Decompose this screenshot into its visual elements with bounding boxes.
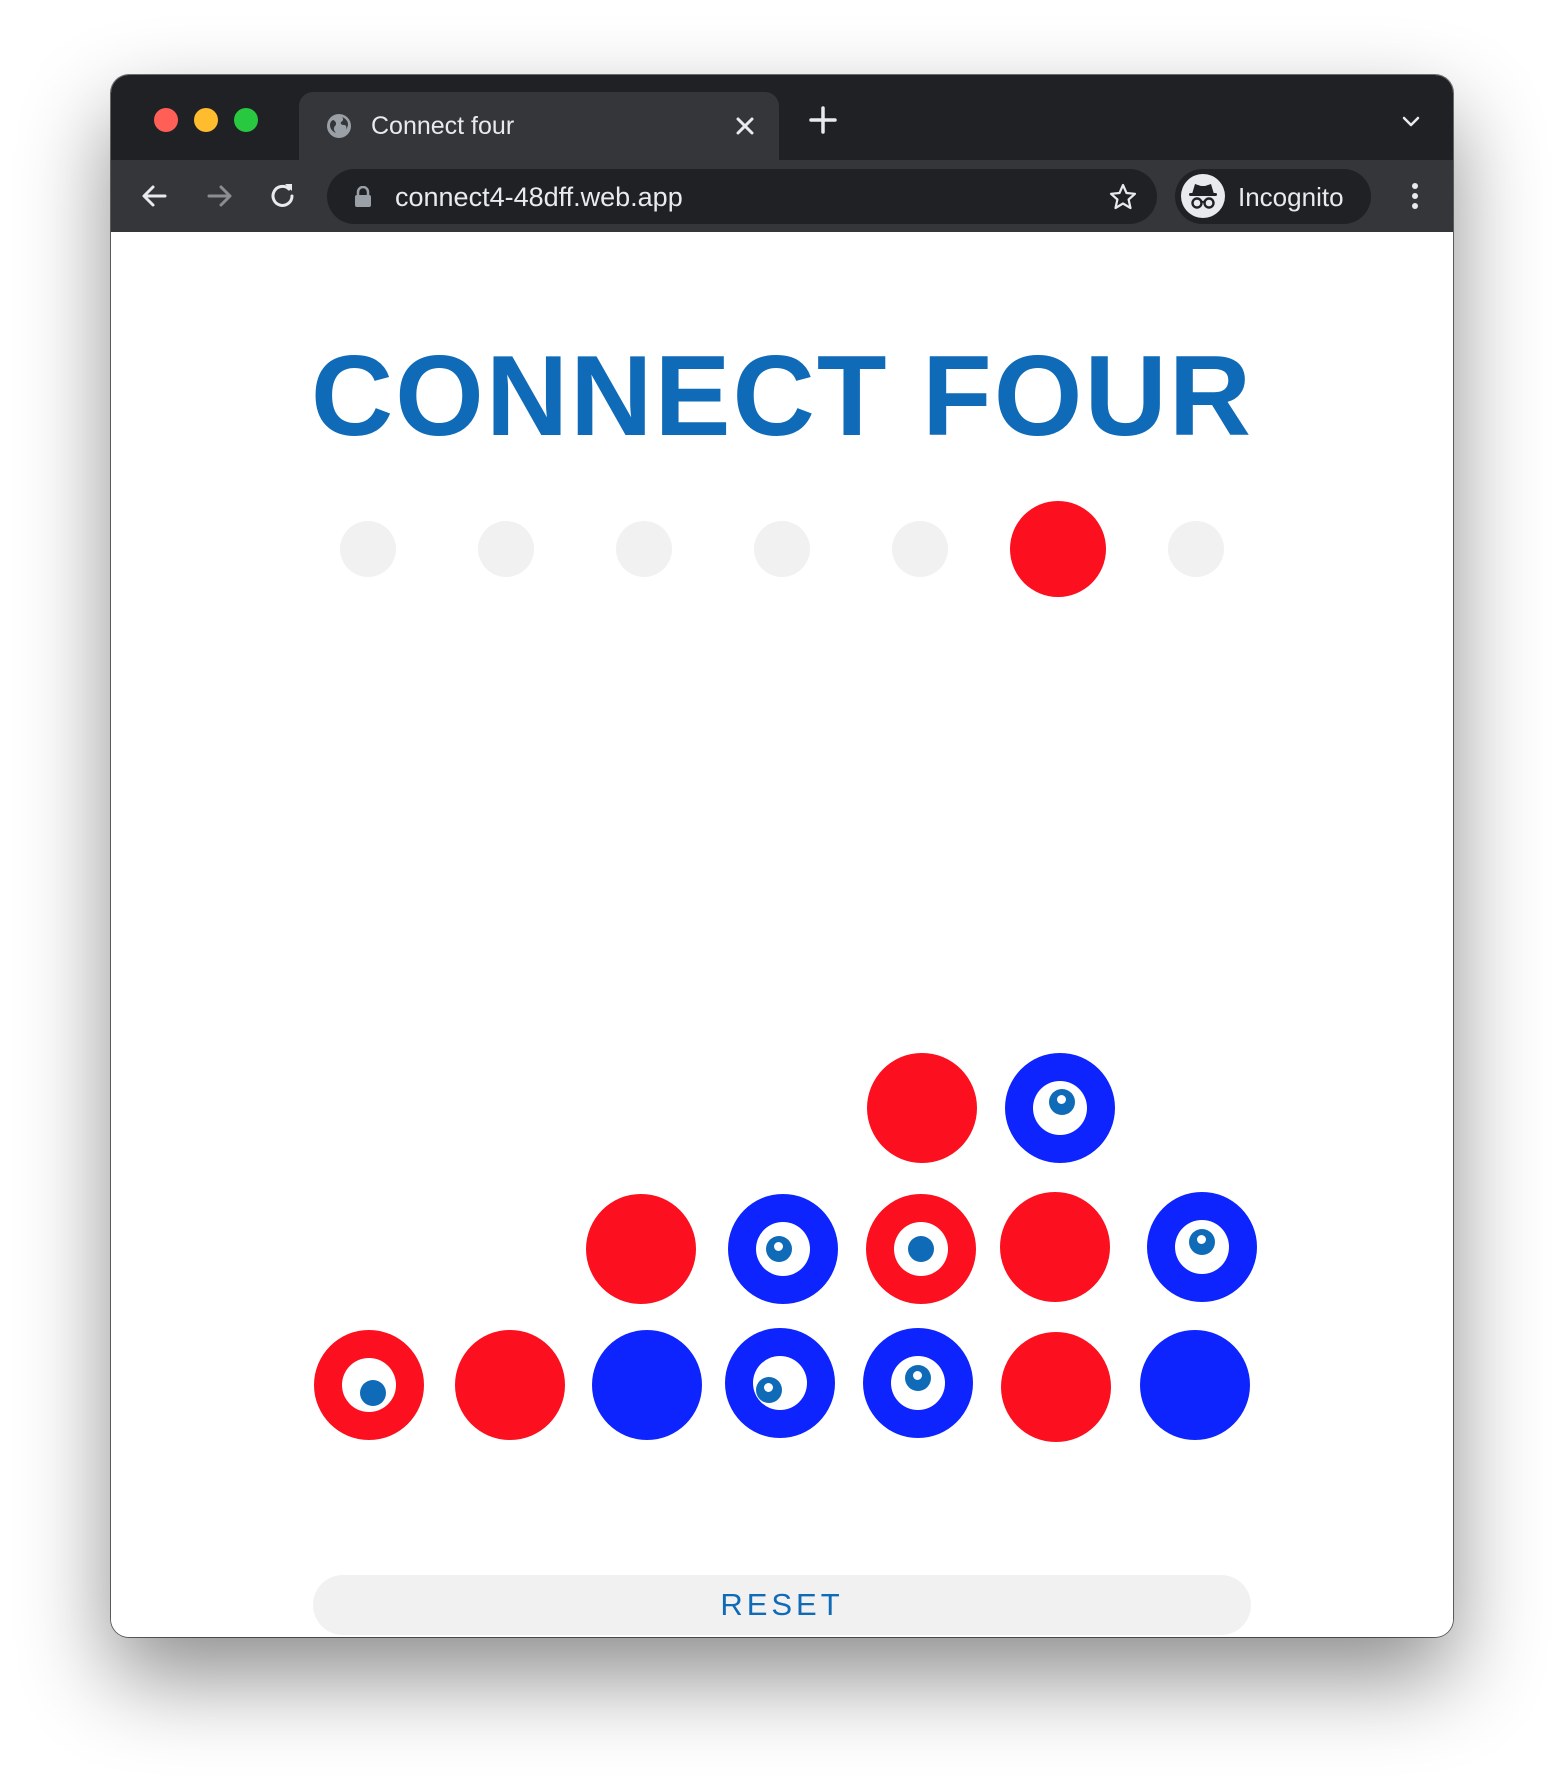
- browser-window: Connect four connect4-48dff.web.app Inco…: [111, 75, 1453, 1637]
- kebab-menu-icon[interactable]: [1409, 178, 1421, 214]
- tab-title: Connect four: [371, 112, 515, 140]
- address-bar[interactable]: connect4-48dff.web.app: [327, 169, 1157, 224]
- piece-blue-eye: [1005, 1053, 1115, 1163]
- tab-strip: Connect four: [111, 75, 1453, 160]
- tab-connect-four[interactable]: Connect four: [299, 92, 779, 160]
- drop-slot-3[interactable]: [616, 521, 672, 577]
- url-text: connect4-48dff.web.app: [395, 182, 683, 212]
- drop-slot-4[interactable]: [754, 521, 810, 577]
- incognito-avatar: [1181, 174, 1225, 218]
- page-content: CONNECT FOUR RESET: [111, 232, 1453, 1637]
- piece-blue: [1140, 1330, 1250, 1440]
- new-tab-plus-icon[interactable]: [803, 100, 843, 140]
- incognito-profile-button[interactable]: Incognito: [1175, 169, 1371, 224]
- eye-icon: [342, 1358, 396, 1412]
- piece-red-eye: [866, 1194, 976, 1304]
- close-tab-icon[interactable]: [729, 110, 761, 142]
- piece-blue: [592, 1330, 702, 1440]
- lock-icon[interactable]: [353, 186, 373, 208]
- piece-red: [455, 1330, 565, 1440]
- eye-icon: [1175, 1220, 1229, 1274]
- eye-icon: [1033, 1081, 1087, 1135]
- drop-slot-6-active[interactable]: [1010, 501, 1106, 597]
- piece-blue-eye: [728, 1194, 838, 1304]
- piece-blue-eye: [725, 1328, 835, 1438]
- drop-slot-2[interactable]: [478, 521, 534, 577]
- browser-toolbar: connect4-48dff.web.app Incognito: [111, 160, 1453, 232]
- drop-slot-5[interactable]: [892, 521, 948, 577]
- minimize-window-button[interactable]: [194, 108, 218, 132]
- incognito-icon: [1189, 184, 1217, 209]
- incognito-label: Incognito: [1238, 182, 1344, 212]
- bookmark-star-icon[interactable]: [1107, 181, 1139, 213]
- reload-icon[interactable]: [265, 178, 301, 214]
- eye-icon: [753, 1356, 807, 1410]
- piece-red: [1001, 1332, 1111, 1442]
- piece-red: [867, 1053, 977, 1163]
- chevron-down-icon[interactable]: [1397, 107, 1425, 135]
- drop-slot-7[interactable]: [1168, 521, 1224, 577]
- piece-red: [586, 1194, 696, 1304]
- maximize-window-button[interactable]: [234, 108, 258, 132]
- piece-red: [1000, 1192, 1110, 1302]
- reset-button[interactable]: RESET: [313, 1575, 1251, 1635]
- forward-arrow-icon[interactable]: [201, 178, 237, 214]
- piece-blue-eye: [863, 1328, 973, 1438]
- game-title: CONNECT FOUR: [310, 333, 1254, 460]
- piece-red-eye: [314, 1330, 424, 1440]
- eye-icon: [756, 1222, 810, 1276]
- drop-slot-1[interactable]: [340, 521, 396, 577]
- back-arrow-icon[interactable]: [137, 178, 173, 214]
- close-window-button[interactable]: [154, 108, 178, 132]
- globe-icon: [327, 114, 351, 138]
- eye-icon: [894, 1222, 948, 1276]
- eye-icon: [891, 1356, 945, 1410]
- piece-blue-eye: [1147, 1192, 1257, 1302]
